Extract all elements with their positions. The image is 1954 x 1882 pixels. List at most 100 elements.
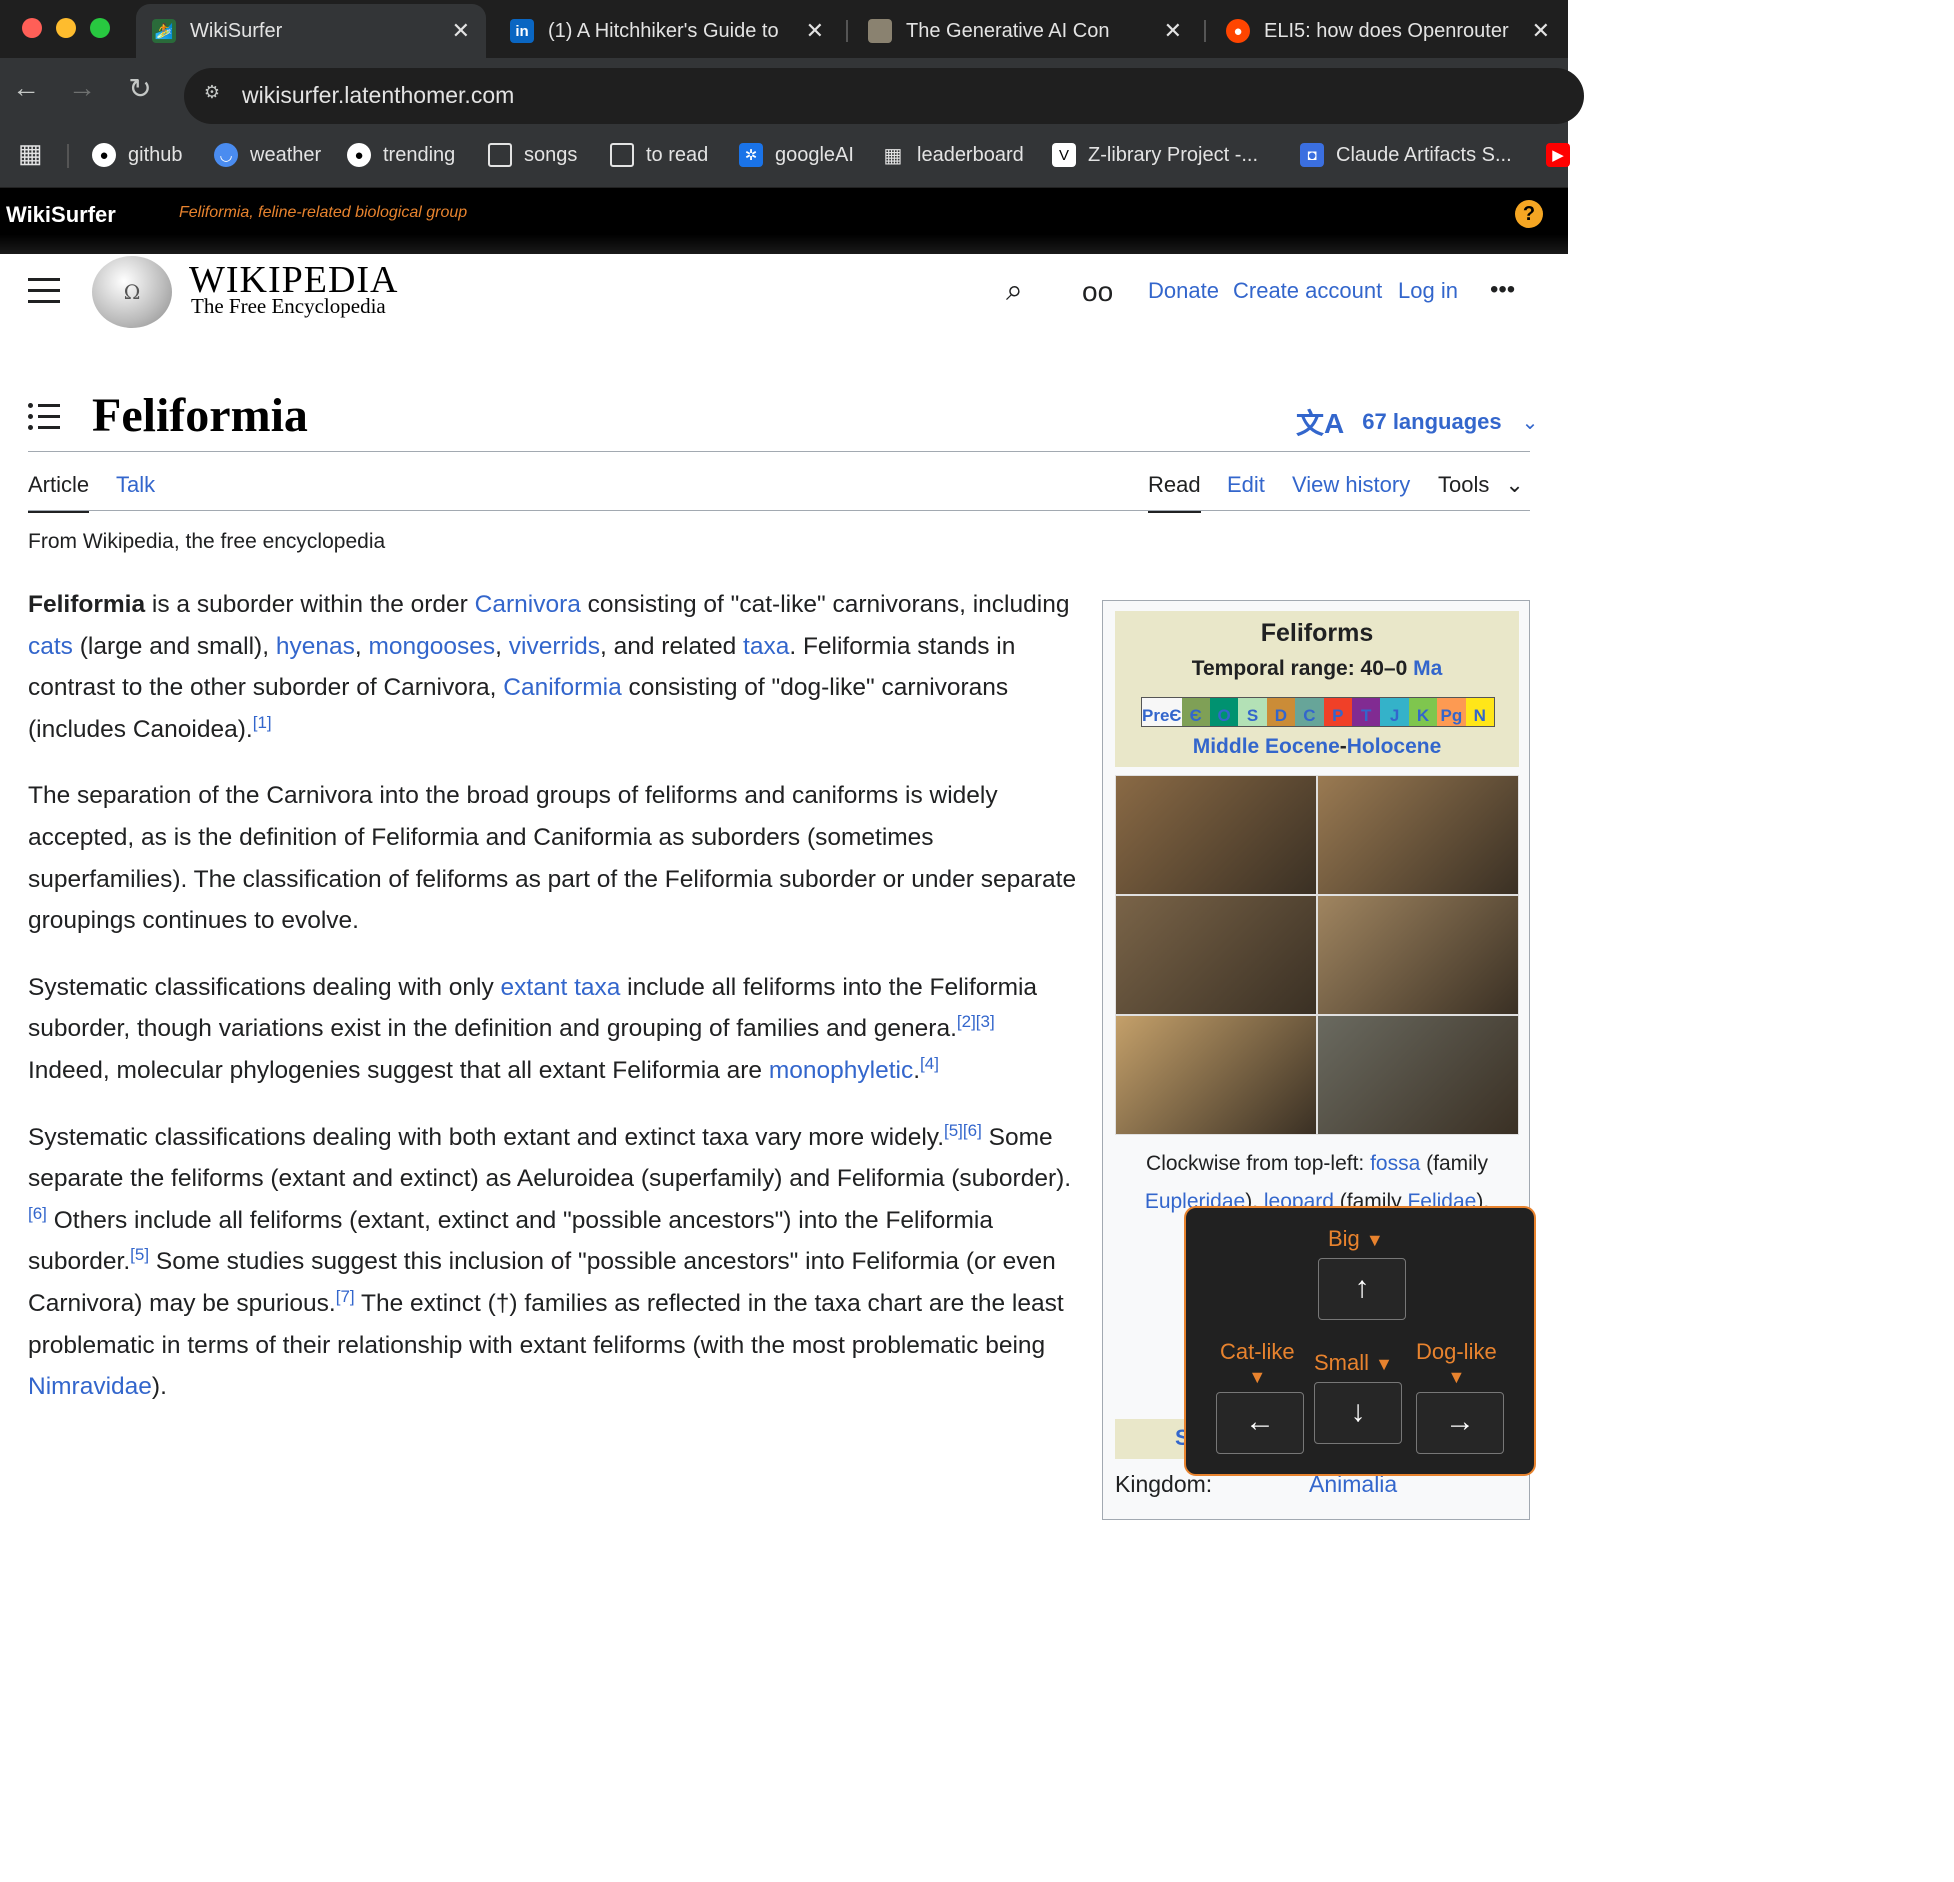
forward-icon[interactable]: →	[62, 72, 102, 104]
citation-link[interactable]: [7]	[336, 1287, 355, 1306]
timeline-period[interactable]: J	[1380, 698, 1409, 726]
article-link[interactable]: Carnivora	[475, 591, 581, 618]
citation-link[interactable]: [5]	[130, 1245, 149, 1264]
youtube-bookmark-icon[interactable]: ▶	[1546, 143, 1582, 167]
main-menu-icon[interactable]	[28, 278, 60, 304]
tab-read[interactable]: Read	[1148, 472, 1201, 513]
timeline-period[interactable]: P	[1323, 698, 1352, 726]
tab-article[interactable]: Article	[28, 472, 90, 513]
bookmark-googleai[interactable]: ✲ googleAI	[739, 143, 854, 167]
bookmark-weather[interactable]: ◡ weather	[214, 143, 321, 167]
create-account-link[interactable]: Create account	[1233, 278, 1382, 304]
cat-like-left-button[interactable]: ←	[1216, 1392, 1304, 1454]
citation-link[interactable]: [4]	[920, 1054, 939, 1073]
timeline-period[interactable]: K	[1408, 698, 1438, 726]
timeline-period[interactable]: Pg	[1437, 698, 1466, 726]
temporal-range-label: Temporal range: 40–0	[1191, 657, 1414, 680]
languages-button[interactable]: 文A 67 languages ⌄	[1296, 402, 1538, 442]
article-link[interactable]: fossa	[1370, 1152, 1420, 1175]
citation-link[interactable]: [2][3]	[957, 1012, 995, 1031]
animal-photo[interactable]	[1317, 895, 1519, 1015]
tab-wikisurfer[interactable]: 🏄 WikiSurfer ✕	[136, 4, 486, 58]
login-link[interactable]: Log in	[1398, 278, 1458, 304]
bookmark-leaderboard[interactable]: ▦ leaderboard	[881, 143, 1024, 167]
bookmark-claude-artifacts[interactable]: ◘ Claude Artifacts S...	[1300, 143, 1512, 167]
citation-link[interactable]: [5][6]	[944, 1120, 982, 1139]
down-marker-icon: ▼	[1447, 1367, 1466, 1387]
table-of-contents-icon[interactable]	[28, 403, 60, 434]
bookmark-to-read[interactable]: to read	[610, 143, 708, 167]
article-link[interactable]: viverrids	[509, 633, 600, 660]
dog-like-right-button[interactable]: →	[1416, 1392, 1504, 1454]
text-run: Systematic classifications dealing with …	[28, 973, 501, 1001]
ma-link[interactable]: Ma	[1413, 657, 1442, 680]
back-icon[interactable]: ←	[6, 72, 46, 104]
article-link[interactable]: taxa	[743, 633, 789, 660]
timeline-period[interactable]: C	[1295, 698, 1324, 726]
bookmark-label: Z-library Project -...	[1088, 143, 1259, 166]
minimize-window-button[interactable]	[56, 18, 76, 38]
donate-link[interactable]: Donate	[1148, 278, 1219, 304]
article-link[interactable]: Nimravidae	[28, 1373, 152, 1400]
article-link[interactable]: Caniformia	[503, 674, 621, 701]
tab-view-history[interactable]: View history	[1292, 472, 1410, 498]
address-bar[interactable]: ⚙ wikisurfer.latenthomer.com	[184, 68, 1584, 124]
tab-reddit[interactable]: ● ELI5: how does Openrouter ✕	[1210, 4, 1566, 58]
animal-photo[interactable]	[1317, 1015, 1519, 1135]
wikisurfer-navigation-panel: Big ▼ ↑ Cat-like ▼ Small ▼ Dog-like ▼ ← ↓ …	[1184, 1206, 1536, 1476]
url-text[interactable]: wikisurfer.latenthomer.com	[242, 82, 514, 109]
tab-separator	[1204, 20, 1206, 42]
feliform-photo-grid[interactable]	[1115, 775, 1519, 1135]
animal-photo[interactable]	[1115, 1015, 1317, 1135]
maximize-window-button[interactable]	[90, 18, 110, 38]
article-link[interactable]: monophyletic	[769, 1057, 913, 1084]
bookmark-trending[interactable]: ● trending	[347, 143, 455, 167]
close-tab-icon[interactable]: ✕	[1532, 18, 1550, 44]
article-link[interactable]: cats	[28, 633, 73, 660]
animal-photo[interactable]	[1115, 775, 1317, 895]
small-down-button[interactable]: ↓	[1314, 1382, 1402, 1444]
close-tab-icon[interactable]: ✕	[452, 18, 470, 44]
article-link[interactable]: hyenas	[276, 633, 355, 660]
help-icon[interactable]: ?	[1515, 200, 1543, 228]
close-window-button[interactable]	[22, 18, 42, 38]
timeline-period[interactable]: O	[1209, 698, 1239, 726]
article-link[interactable]: mongooses	[368, 633, 495, 660]
tab-tools[interactable]: Tools ⌄	[1438, 472, 1524, 498]
appearance-glasses-icon[interactable]: oo	[1082, 276, 1113, 308]
bookmark-zlibrary[interactable]: V Z-library Project -...	[1052, 143, 1258, 167]
middle-eocene-link[interactable]: Middle Eocene	[1193, 735, 1340, 758]
bookmark-songs[interactable]: songs	[488, 143, 577, 167]
timeline-period[interactable]: N	[1465, 698, 1494, 726]
search-icon[interactable]: ⌕	[1006, 274, 1023, 308]
apps-grid-icon[interactable]: ▦	[18, 138, 43, 169]
bookmark-github[interactable]: ● github	[92, 143, 183, 167]
timeline-period[interactable]: S	[1238, 698, 1267, 726]
timeline-period[interactable]: D	[1266, 698, 1296, 726]
holocene-link[interactable]: Holocene	[1347, 735, 1442, 758]
timeline-period[interactable]: Є	[1181, 698, 1210, 726]
surfer-icon: 🏄	[152, 19, 176, 43]
tab-linkedin[interactable]: in (1) A Hitchhiker's Guide to ✕	[494, 4, 840, 58]
wikipedia-globe-logo[interactable]: Ω	[92, 256, 172, 328]
butterfly-icon: ✲	[739, 143, 763, 167]
close-tab-icon[interactable]: ✕	[1164, 18, 1182, 44]
big-label: Big ▼	[1328, 1226, 1384, 1252]
citation-link[interactable]: [1]	[253, 713, 272, 732]
tab-generative-ai-con[interactable]: The Generative AI Con ✕	[852, 4, 1198, 58]
timeline-period[interactable]: T	[1351, 698, 1381, 726]
citation-link[interactable]: [6]	[28, 1204, 47, 1223]
animal-photo[interactable]	[1317, 775, 1519, 895]
more-options-icon[interactable]: •••	[1490, 276, 1515, 304]
tab-talk[interactable]: Talk	[116, 472, 155, 498]
text-run: Systematic classifications dealing with …	[28, 1123, 944, 1151]
big-up-button[interactable]: ↑	[1318, 1258, 1406, 1320]
tab-edit[interactable]: Edit	[1227, 472, 1265, 498]
reload-icon[interactable]: ↻	[120, 72, 160, 105]
timeline-period[interactable]: PreЄ	[1142, 698, 1182, 726]
bookmark-label: Claude Artifacts S...	[1336, 143, 1512, 166]
close-tab-icon[interactable]: ✕	[806, 18, 824, 44]
animal-photo[interactable]	[1115, 895, 1317, 1015]
article-link[interactable]: extant taxa	[501, 974, 621, 1001]
site-settings-icon[interactable]: ⚙	[198, 82, 226, 110]
